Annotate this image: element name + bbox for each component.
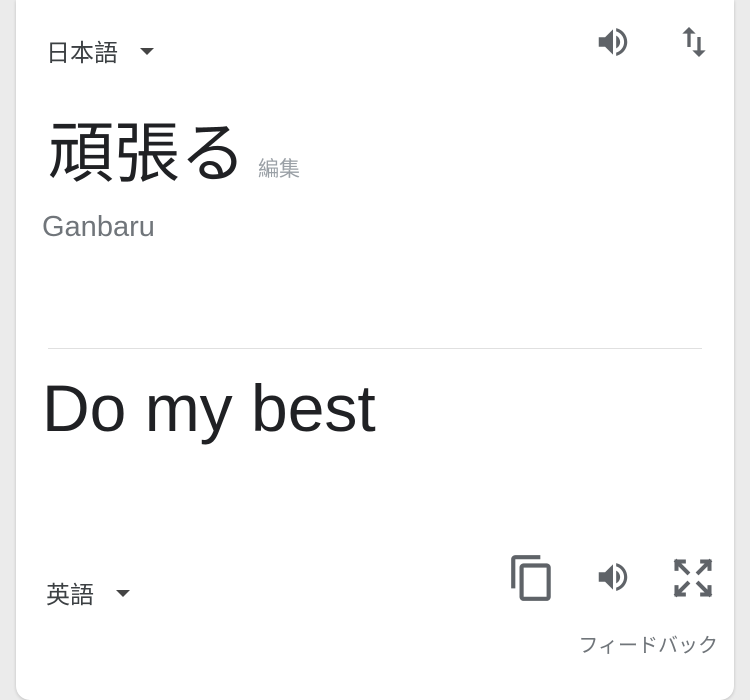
chevron-down-icon (140, 48, 154, 55)
target-listen-button[interactable] (590, 557, 636, 597)
target-language-select[interactable]: 英語 (46, 575, 130, 610)
source-language-select[interactable]: 日本語 (46, 33, 154, 68)
source-language-label: 日本語 (46, 39, 118, 67)
fullscreen-icon (673, 558, 713, 598)
source-text: 頑張る 編集 (48, 116, 300, 192)
source-text-value: 頑張る (48, 115, 246, 192)
divider (48, 348, 702, 349)
copy-icon (511, 555, 551, 601)
translate-card: 日本語 頑張る 編集 Ganbaru Do my best 英語 フィードバック (16, 0, 734, 700)
fullscreen-button[interactable] (670, 555, 716, 601)
speaker-icon (598, 563, 628, 591)
target-language-label: 英語 (46, 581, 94, 609)
swap-languages-icon (682, 27, 706, 57)
copy-button[interactable] (506, 550, 558, 606)
swap-languages-button[interactable] (672, 20, 716, 64)
feedback-link[interactable]: フィードバック (578, 629, 718, 658)
romanization: Ganbaru (42, 211, 155, 243)
speaker-icon (598, 28, 628, 56)
source-listen-button[interactable] (590, 22, 636, 62)
edit-link[interactable]: 編集 (258, 157, 300, 181)
translation-text: Do my best (42, 371, 376, 445)
chevron-down-icon (116, 590, 130, 597)
